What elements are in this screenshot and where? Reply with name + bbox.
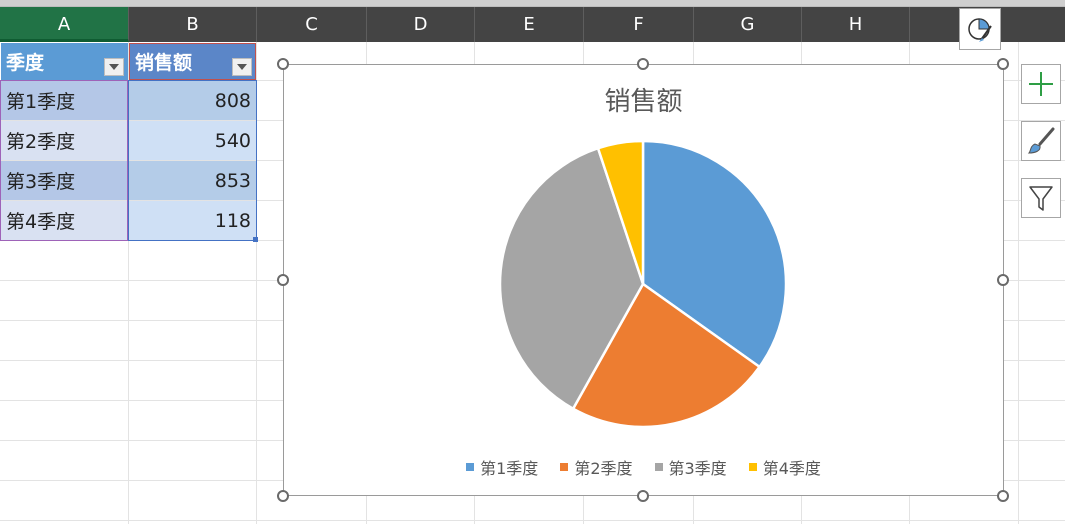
resize-handle-top-right[interactable] bbox=[997, 58, 1009, 70]
filter-dropdown-button[interactable] bbox=[232, 58, 252, 76]
gridline bbox=[1018, 42, 1019, 524]
chart-styles-button[interactable] bbox=[1021, 121, 1061, 161]
resize-handle-bottom-right[interactable] bbox=[997, 490, 1009, 502]
chevron-down-icon bbox=[109, 64, 119, 70]
column-header-e[interactable]: E bbox=[475, 7, 584, 42]
column-headers: A B C D E F G H bbox=[0, 7, 1065, 42]
paintbrush-icon bbox=[1027, 127, 1055, 154]
top-bar bbox=[0, 0, 1065, 7]
column-header-c[interactable]: C bbox=[257, 7, 367, 42]
legend-swatch bbox=[466, 463, 475, 471]
legend-item[interactable]: 第3季度 bbox=[654, 455, 727, 479]
legend-item[interactable]: 第2季度 bbox=[560, 455, 633, 479]
chart-quick-layout-icon bbox=[968, 18, 992, 42]
legend-item[interactable]: 第4季度 bbox=[748, 455, 821, 479]
plus-icon bbox=[1029, 72, 1053, 96]
legend-swatch bbox=[560, 463, 569, 471]
resize-handle-bottom[interactable] bbox=[637, 490, 649, 502]
funnel-icon bbox=[1029, 186, 1053, 211]
table-header-label: 季度 bbox=[6, 52, 45, 74]
pie-plot-area[interactable] bbox=[284, 65, 1005, 497]
legend-swatch bbox=[748, 463, 757, 471]
chart-filters-button[interactable] bbox=[1021, 178, 1061, 218]
legend-swatch bbox=[654, 463, 663, 471]
column-header-b[interactable]: B bbox=[129, 7, 257, 42]
range-outline-categories bbox=[0, 80, 128, 241]
legend-label: 第1季度 bbox=[480, 459, 539, 478]
chart-legend[interactable]: 第1季度 第2季度 第3季度 第4季度 bbox=[284, 455, 1003, 479]
chevron-down-icon bbox=[237, 64, 247, 70]
resize-handle-left[interactable] bbox=[277, 274, 289, 286]
resize-handle-top[interactable] bbox=[637, 58, 649, 70]
chart-elements-button[interactable] bbox=[1021, 64, 1061, 104]
legend-label: 第2季度 bbox=[574, 459, 633, 478]
column-header-f[interactable]: F bbox=[584, 7, 694, 42]
resize-handle-bottom-left[interactable] bbox=[277, 490, 289, 502]
range-resize-handle[interactable] bbox=[253, 237, 258, 242]
chart-quick-layout-button[interactable] bbox=[959, 8, 1001, 50]
gridline bbox=[0, 520, 1065, 521]
resize-handle-top-left[interactable] bbox=[277, 58, 289, 70]
filter-dropdown-button[interactable] bbox=[104, 58, 124, 76]
column-header-g[interactable]: G bbox=[694, 7, 802, 42]
column-header-a[interactable]: A bbox=[0, 7, 129, 42]
table-header-label: 销售额 bbox=[135, 52, 193, 74]
legend-label: 第4季度 bbox=[762, 459, 821, 478]
pie-chart[interactable]: 销售额 第1季度 第2季度 第3季度 第4季度 bbox=[283, 64, 1004, 496]
legend-item[interactable]: 第1季度 bbox=[466, 455, 538, 479]
column-header-h[interactable]: H bbox=[802, 7, 910, 42]
resize-handle-right[interactable] bbox=[997, 274, 1009, 286]
range-outline-values bbox=[128, 80, 257, 241]
column-header-d[interactable]: D bbox=[367, 7, 475, 42]
legend-label: 第3季度 bbox=[668, 459, 727, 478]
